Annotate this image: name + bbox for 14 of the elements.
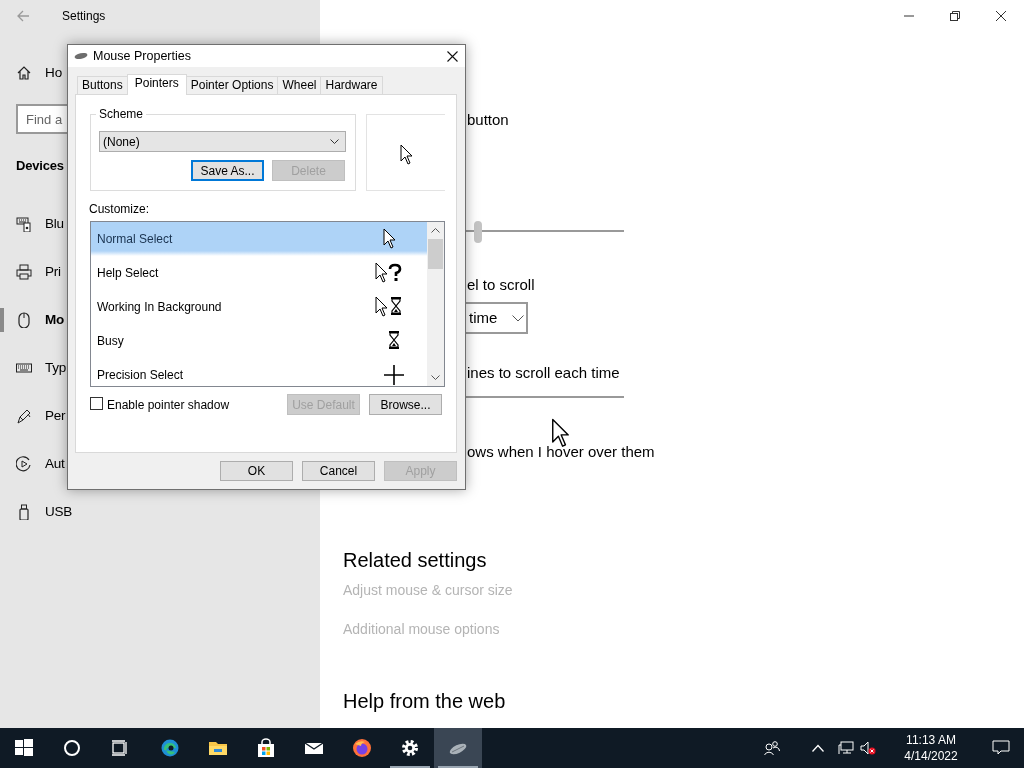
setting-label: button [467,110,510,130]
list-label: Customize: [89,202,151,217]
section-heading: Related settings [343,548,488,573]
setting-label: ows when I hover over them [467,442,656,462]
group-label: Scheme [96,107,147,121]
setting-label: ines to scroll each time [467,363,621,383]
section-heading: Devices [16,157,64,175]
clock-time: 11:13 AM [905,732,957,748]
setting-label: el to scroll [467,275,536,295]
checkbox-label: Enable pointer shadow [107,397,230,414]
clock-date: 4/14/2022 [903,748,959,764]
window-title: Settings [62,8,106,25]
section-heading: Help from the web [343,689,507,714]
dialog-title: Mouse Properties [93,47,191,65]
